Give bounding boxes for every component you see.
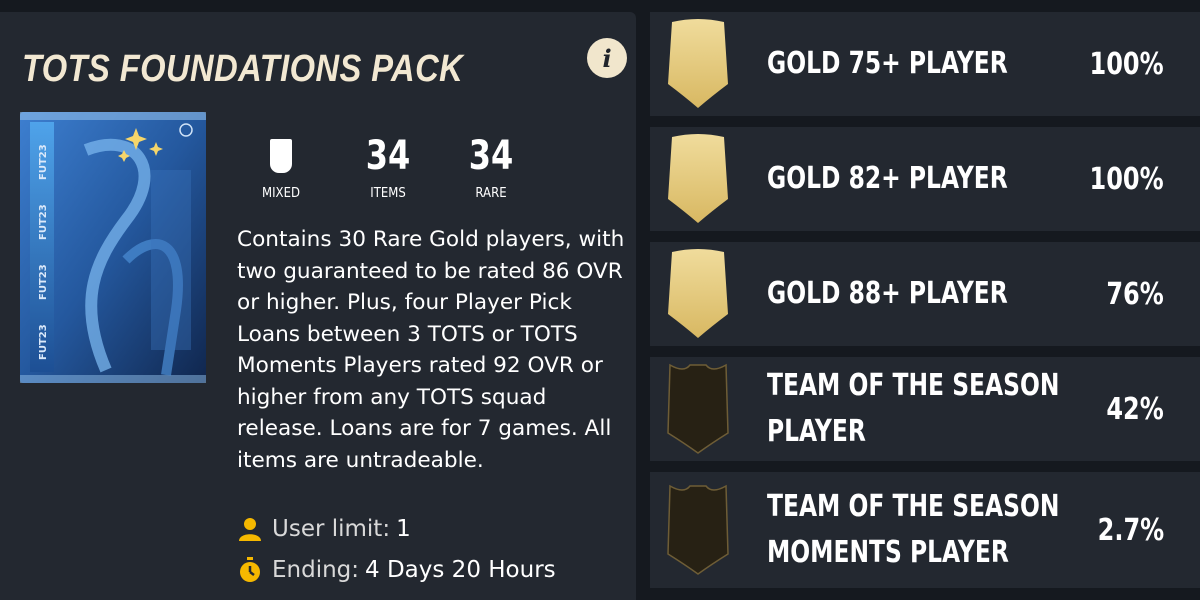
user-limit-row: User limit: 1	[237, 516, 411, 542]
stat-value: 34	[468, 133, 514, 179]
user-limit-value: 1	[396, 516, 411, 542]
pack-artwork: FUT23 FUT23 FUT23 FUT23	[20, 112, 206, 383]
pack-brand-text: FUT23	[38, 204, 49, 240]
reward-percent: 76%	[1106, 276, 1164, 312]
pack-details-panel: TOTS FOUNDATIONS PACK i FUT23 FUT23 FUT2…	[0, 12, 636, 600]
ending-value: 4 Days 20 Hours	[365, 557, 556, 583]
info-icon[interactable]: i	[587, 38, 627, 78]
pack-brand-text: FUT23	[38, 264, 49, 300]
reward-name: TEAM OF THE SEASON PLAYER	[767, 368, 1060, 449]
gold-card-icon	[668, 249, 728, 338]
stat-items: 34 ITEMS	[343, 132, 433, 201]
pack-brand-text: FUT23	[38, 324, 49, 360]
stat-value: 34	[365, 133, 411, 179]
user-icon	[237, 516, 263, 542]
ending-label: Ending:	[272, 557, 360, 583]
reward-percent: 2.7%	[1097, 512, 1164, 548]
gold-card-icon	[668, 134, 728, 223]
reward-name: GOLD 75+ PLAYER	[767, 46, 1008, 81]
reward-percent: 100%	[1089, 161, 1164, 197]
ending-row: Ending: 4 Days 20 Hours	[237, 557, 556, 583]
pack-odds-panel: GOLD 75+ PLAYER 100% GOLD 82+ PLAYER 100…	[650, 12, 1200, 588]
tots-card-icon	[667, 484, 729, 575]
stat-mixed: MIXED	[236, 132, 326, 201]
gold-card-icon	[668, 19, 728, 108]
reward-row[interactable]: GOLD 88+ PLAYER 76%	[650, 242, 1200, 346]
pack-description: Contains 30 Rare Gold players, with two …	[237, 227, 625, 473]
user-limit-label: User limit:	[272, 516, 391, 542]
reward-percent: 42%	[1106, 391, 1164, 427]
reward-row[interactable]: GOLD 75+ PLAYER 100%	[650, 12, 1200, 116]
stat-rare: 34 RARE	[446, 132, 536, 201]
reward-name: GOLD 88+ PLAYER	[767, 276, 1008, 311]
stopwatch-icon	[237, 557, 263, 583]
stat-label: MIXED	[262, 186, 300, 201]
reward-row[interactable]: GOLD 82+ PLAYER 100%	[650, 127, 1200, 231]
reward-name: GOLD 82+ PLAYER	[767, 161, 1008, 196]
reward-name: TEAM OF THE SEASON MOMENTS PLAYER	[767, 489, 1060, 570]
pack-brand-text: FUT23	[38, 144, 49, 180]
card-icon	[270, 139, 292, 173]
reward-percent: 100%	[1089, 46, 1164, 82]
reward-row[interactable]: TEAM OF THE SEASON PLAYER 42%	[650, 357, 1200, 461]
reward-row[interactable]: TEAM OF THE SEASON MOMENTS PLAYER 2.7%	[650, 472, 1200, 588]
stat-label: RARE	[475, 186, 507, 201]
stat-label: ITEMS	[370, 186, 406, 201]
tots-card-icon	[667, 363, 729, 454]
pack-title: TOTS FOUNDATIONS PACK	[22, 48, 464, 90]
